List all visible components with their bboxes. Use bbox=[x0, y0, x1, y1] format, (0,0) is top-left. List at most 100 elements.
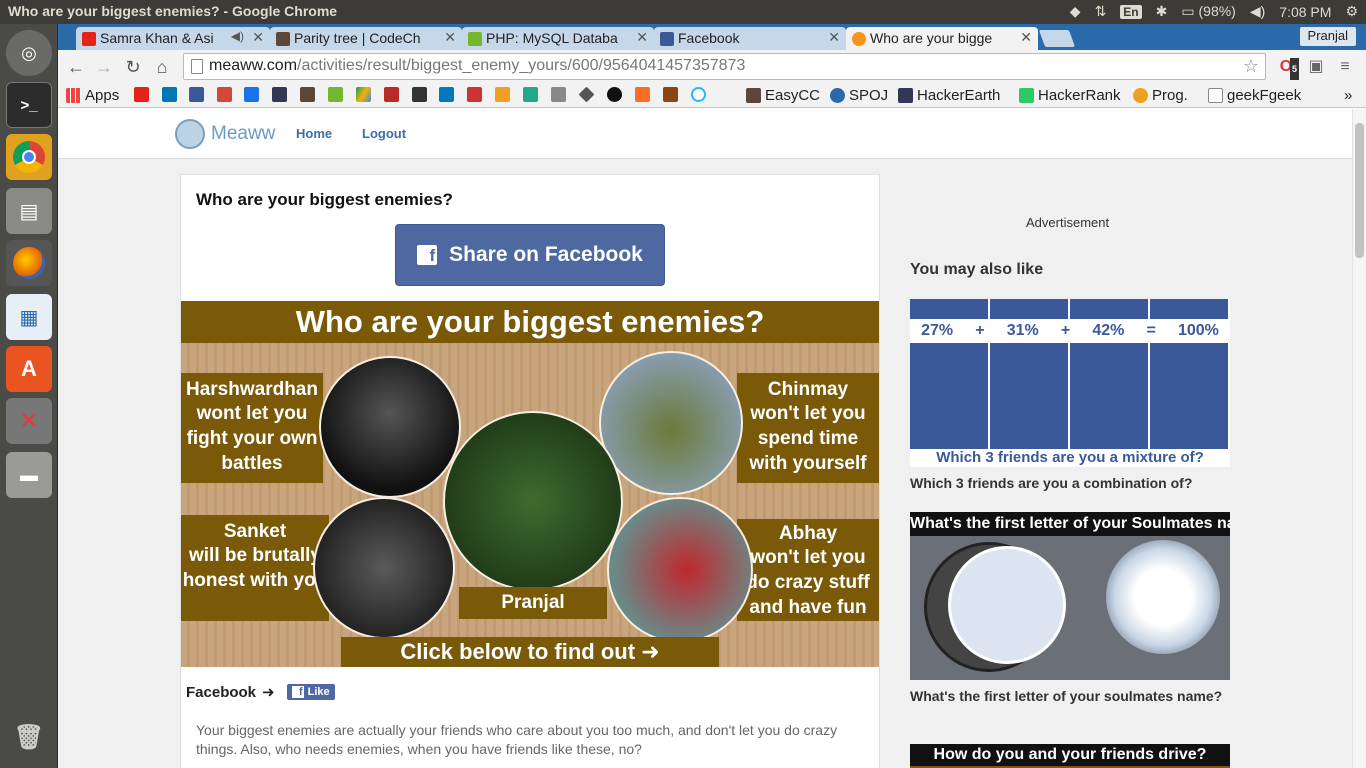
result-image: Who are your biggest enemies? Harshwardh… bbox=[181, 301, 879, 667]
tab-w3schools[interactable]: PHP: MySQL Databa ✕ bbox=[462, 27, 654, 50]
home-icon[interactable]: ⌂ bbox=[151, 56, 173, 78]
bookmark-label: HackerRank bbox=[1038, 87, 1121, 104]
back-arrow-icon[interactable]: ← bbox=[65, 56, 87, 78]
diamond-bookmark-icon[interactable] bbox=[578, 86, 595, 103]
forward-arrow-icon[interactable]: → bbox=[93, 56, 115, 78]
software-center-icon[interactable]: A bbox=[6, 346, 52, 392]
tab-label: Who are your bigge bbox=[870, 30, 993, 46]
bookmark-easycc[interactable]: EasyCC bbox=[746, 87, 820, 104]
facebook-like-button[interactable]: f Like bbox=[286, 684, 335, 700]
firefox-icon[interactable] bbox=[6, 240, 52, 286]
mountain-bookmark-icon[interactable] bbox=[523, 87, 538, 102]
chrome-icon[interactable] bbox=[6, 134, 52, 180]
thumbnail-text: Which 3 friends are you a mixture of? bbox=[910, 449, 1230, 467]
system-settings-icon[interactable]: ✕ bbox=[6, 398, 52, 444]
bookmark-star-icon[interactable]: ☆ bbox=[1243, 56, 1259, 77]
percent-value: 27% bbox=[921, 322, 954, 339]
tab-facebook[interactable]: Facebook ✕ bbox=[654, 27, 846, 50]
codechef-icon bbox=[746, 88, 761, 103]
bookmark-hackerrank[interactable]: HackerRank bbox=[1019, 87, 1121, 104]
friend-card-pranjal: Pranjal bbox=[459, 587, 607, 619]
extension-icon[interactable]: ▣ bbox=[1305, 56, 1327, 78]
hackerearth-bookmark-icon[interactable] bbox=[272, 87, 287, 102]
related-quiz-link-1[interactable]: Which 3 friends are you a combination of… bbox=[910, 474, 1230, 493]
page-scrollbar[interactable] bbox=[1352, 109, 1366, 768]
clock[interactable]: 7:08 PM bbox=[1279, 4, 1331, 20]
url-path: /activities/result/biggest_enemy_yours/6… bbox=[297, 57, 746, 74]
files-icon[interactable]: ▤ bbox=[6, 188, 52, 234]
tab-close-icon[interactable]: ✕ bbox=[444, 29, 456, 46]
youtube-favicon-icon bbox=[82, 32, 96, 46]
you-may-also-like-heading: You may also like bbox=[910, 261, 1044, 278]
meaww-favicon-icon bbox=[852, 32, 866, 46]
bookmarks-overflow-icon[interactable]: » bbox=[1344, 87, 1352, 104]
new-tab-button[interactable] bbox=[1038, 30, 1076, 47]
nav-home-link[interactable]: Home bbox=[296, 126, 332, 141]
share-label: Share on Facebook bbox=[449, 243, 643, 266]
bookmark-spoj[interactable]: SPOJ bbox=[830, 87, 888, 104]
tab-codechef[interactable]: Parity tree | CodeCh ✕ bbox=[270, 27, 462, 50]
battery-icon: ▭ bbox=[1181, 3, 1195, 19]
w3schools-favicon-icon bbox=[468, 32, 482, 46]
chrome-menu-icon[interactable]: ≡ bbox=[1334, 56, 1356, 78]
trello-bookmark-icon[interactable] bbox=[439, 87, 454, 102]
settings-gear-icon[interactable]: ⚙ bbox=[1345, 3, 1358, 20]
dropbox-icon[interactable]: ◆ bbox=[1070, 3, 1081, 20]
adblock-extension-icon[interactable]: O5 bbox=[1275, 56, 1299, 80]
pe-bookmark-icon[interactable] bbox=[663, 87, 678, 102]
github-bookmark-icon[interactable] bbox=[607, 87, 622, 102]
tab-close-icon[interactable]: ✕ bbox=[636, 29, 648, 46]
nav-logout-link[interactable]: Logout bbox=[362, 126, 406, 141]
page-info-icon[interactable] bbox=[191, 59, 203, 74]
bookmark-apps[interactable]: Apps bbox=[66, 87, 119, 104]
related-quiz-thumbnail-2[interactable]: What's the first letter of your Soulmate… bbox=[910, 512, 1230, 680]
unity-launcher: ◎ >_ ▤ ▦ A ✕ ▬ 🗑 bbox=[0, 24, 58, 768]
tab-meaww-active[interactable]: Who are your bigge ✕ bbox=[846, 27, 1038, 50]
reload-icon[interactable]: ↻ bbox=[122, 56, 144, 78]
network-icon[interactable]: ⇅ bbox=[1095, 3, 1107, 20]
trash-icon[interactable]: 🗑 bbox=[6, 714, 52, 760]
facebook-bookmark-icon[interactable] bbox=[189, 87, 204, 102]
circle-bookmark-icon[interactable] bbox=[691, 87, 706, 102]
scrollbar-thumb[interactable] bbox=[1355, 123, 1364, 258]
bluetooth-icon[interactable]: ✱ bbox=[1156, 3, 1168, 20]
youtube-bookmark-icon[interactable] bbox=[134, 87, 149, 102]
hash-bookmark-icon[interactable] bbox=[412, 87, 427, 102]
tab-close-icon[interactable]: ✕ bbox=[1020, 29, 1032, 46]
calendar-bookmark-icon[interactable] bbox=[244, 87, 259, 102]
friend-card-sanket: Sanket will be brutally honest with you bbox=[181, 515, 329, 621]
terminal-icon[interactable]: >_ bbox=[6, 82, 52, 128]
disk-drive-icon[interactable]: ▬ bbox=[6, 452, 52, 498]
related-quiz-thumbnail-1[interactable]: 27% + 31% + 42% = 100% Which 3 friends a… bbox=[910, 299, 1230, 467]
tab-close-icon[interactable]: ✕ bbox=[252, 29, 264, 46]
drive-bookmark-icon[interactable] bbox=[356, 87, 371, 102]
linkedin-bookmark-icon[interactable] bbox=[162, 87, 177, 102]
doc-bookmark-icon[interactable] bbox=[551, 87, 566, 102]
keyboard-layout[interactable]: En bbox=[1120, 4, 1142, 19]
result-image-cta: Click below to find out ➜ bbox=[341, 637, 719, 667]
profile-button[interactable]: Pranjal bbox=[1299, 27, 1356, 46]
site-logo[interactable]: Meaww bbox=[175, 119, 275, 149]
share-on-facebook-button[interactable]: f Share on Facebook bbox=[395, 224, 665, 286]
bookmark-prog[interactable]: Prog. bbox=[1133, 87, 1188, 104]
w3schools-bookmark-icon[interactable] bbox=[328, 87, 343, 102]
bookmark-hackerearth[interactable]: HackerEarth bbox=[898, 87, 1000, 104]
tab-youtube[interactable]: Samra Khan & Asi ◀) ✕ bbox=[76, 27, 270, 50]
percent-row: 27% + 31% + 42% = 100% bbox=[910, 319, 1230, 343]
ubuntu-dash-icon[interactable]: ◎ bbox=[6, 30, 52, 76]
bookmark-geekfgeek[interactable]: geekFgeek bbox=[1208, 87, 1301, 104]
related-quiz-link-2[interactable]: What's the first letter of your soulmate… bbox=[910, 687, 1230, 706]
quora-bookmark-icon[interactable] bbox=[384, 87, 399, 102]
flame-bookmark-icon[interactable] bbox=[467, 87, 482, 102]
tab-close-icon[interactable]: ✕ bbox=[828, 29, 840, 46]
writer-icon[interactable]: ▦ bbox=[6, 294, 52, 340]
battery-indicator[interactable]: ▭ (98%) bbox=[1181, 3, 1235, 20]
chart-bookmark-icon[interactable] bbox=[495, 87, 510, 102]
gitlab-bookmark-icon[interactable] bbox=[635, 87, 650, 102]
codechef-bookmark-icon[interactable] bbox=[300, 87, 315, 102]
gmail-bookmark-icon[interactable] bbox=[217, 87, 232, 102]
volume-icon[interactable]: ◀) bbox=[1250, 3, 1265, 20]
address-bar[interactable]: meaww.com/activities/result/biggest_enem… bbox=[183, 53, 1266, 80]
related-quiz-thumbnail-3[interactable]: How do you and your friends drive? bbox=[910, 744, 1230, 768]
friend-text: won't let you spend time with yourself bbox=[749, 403, 867, 474]
